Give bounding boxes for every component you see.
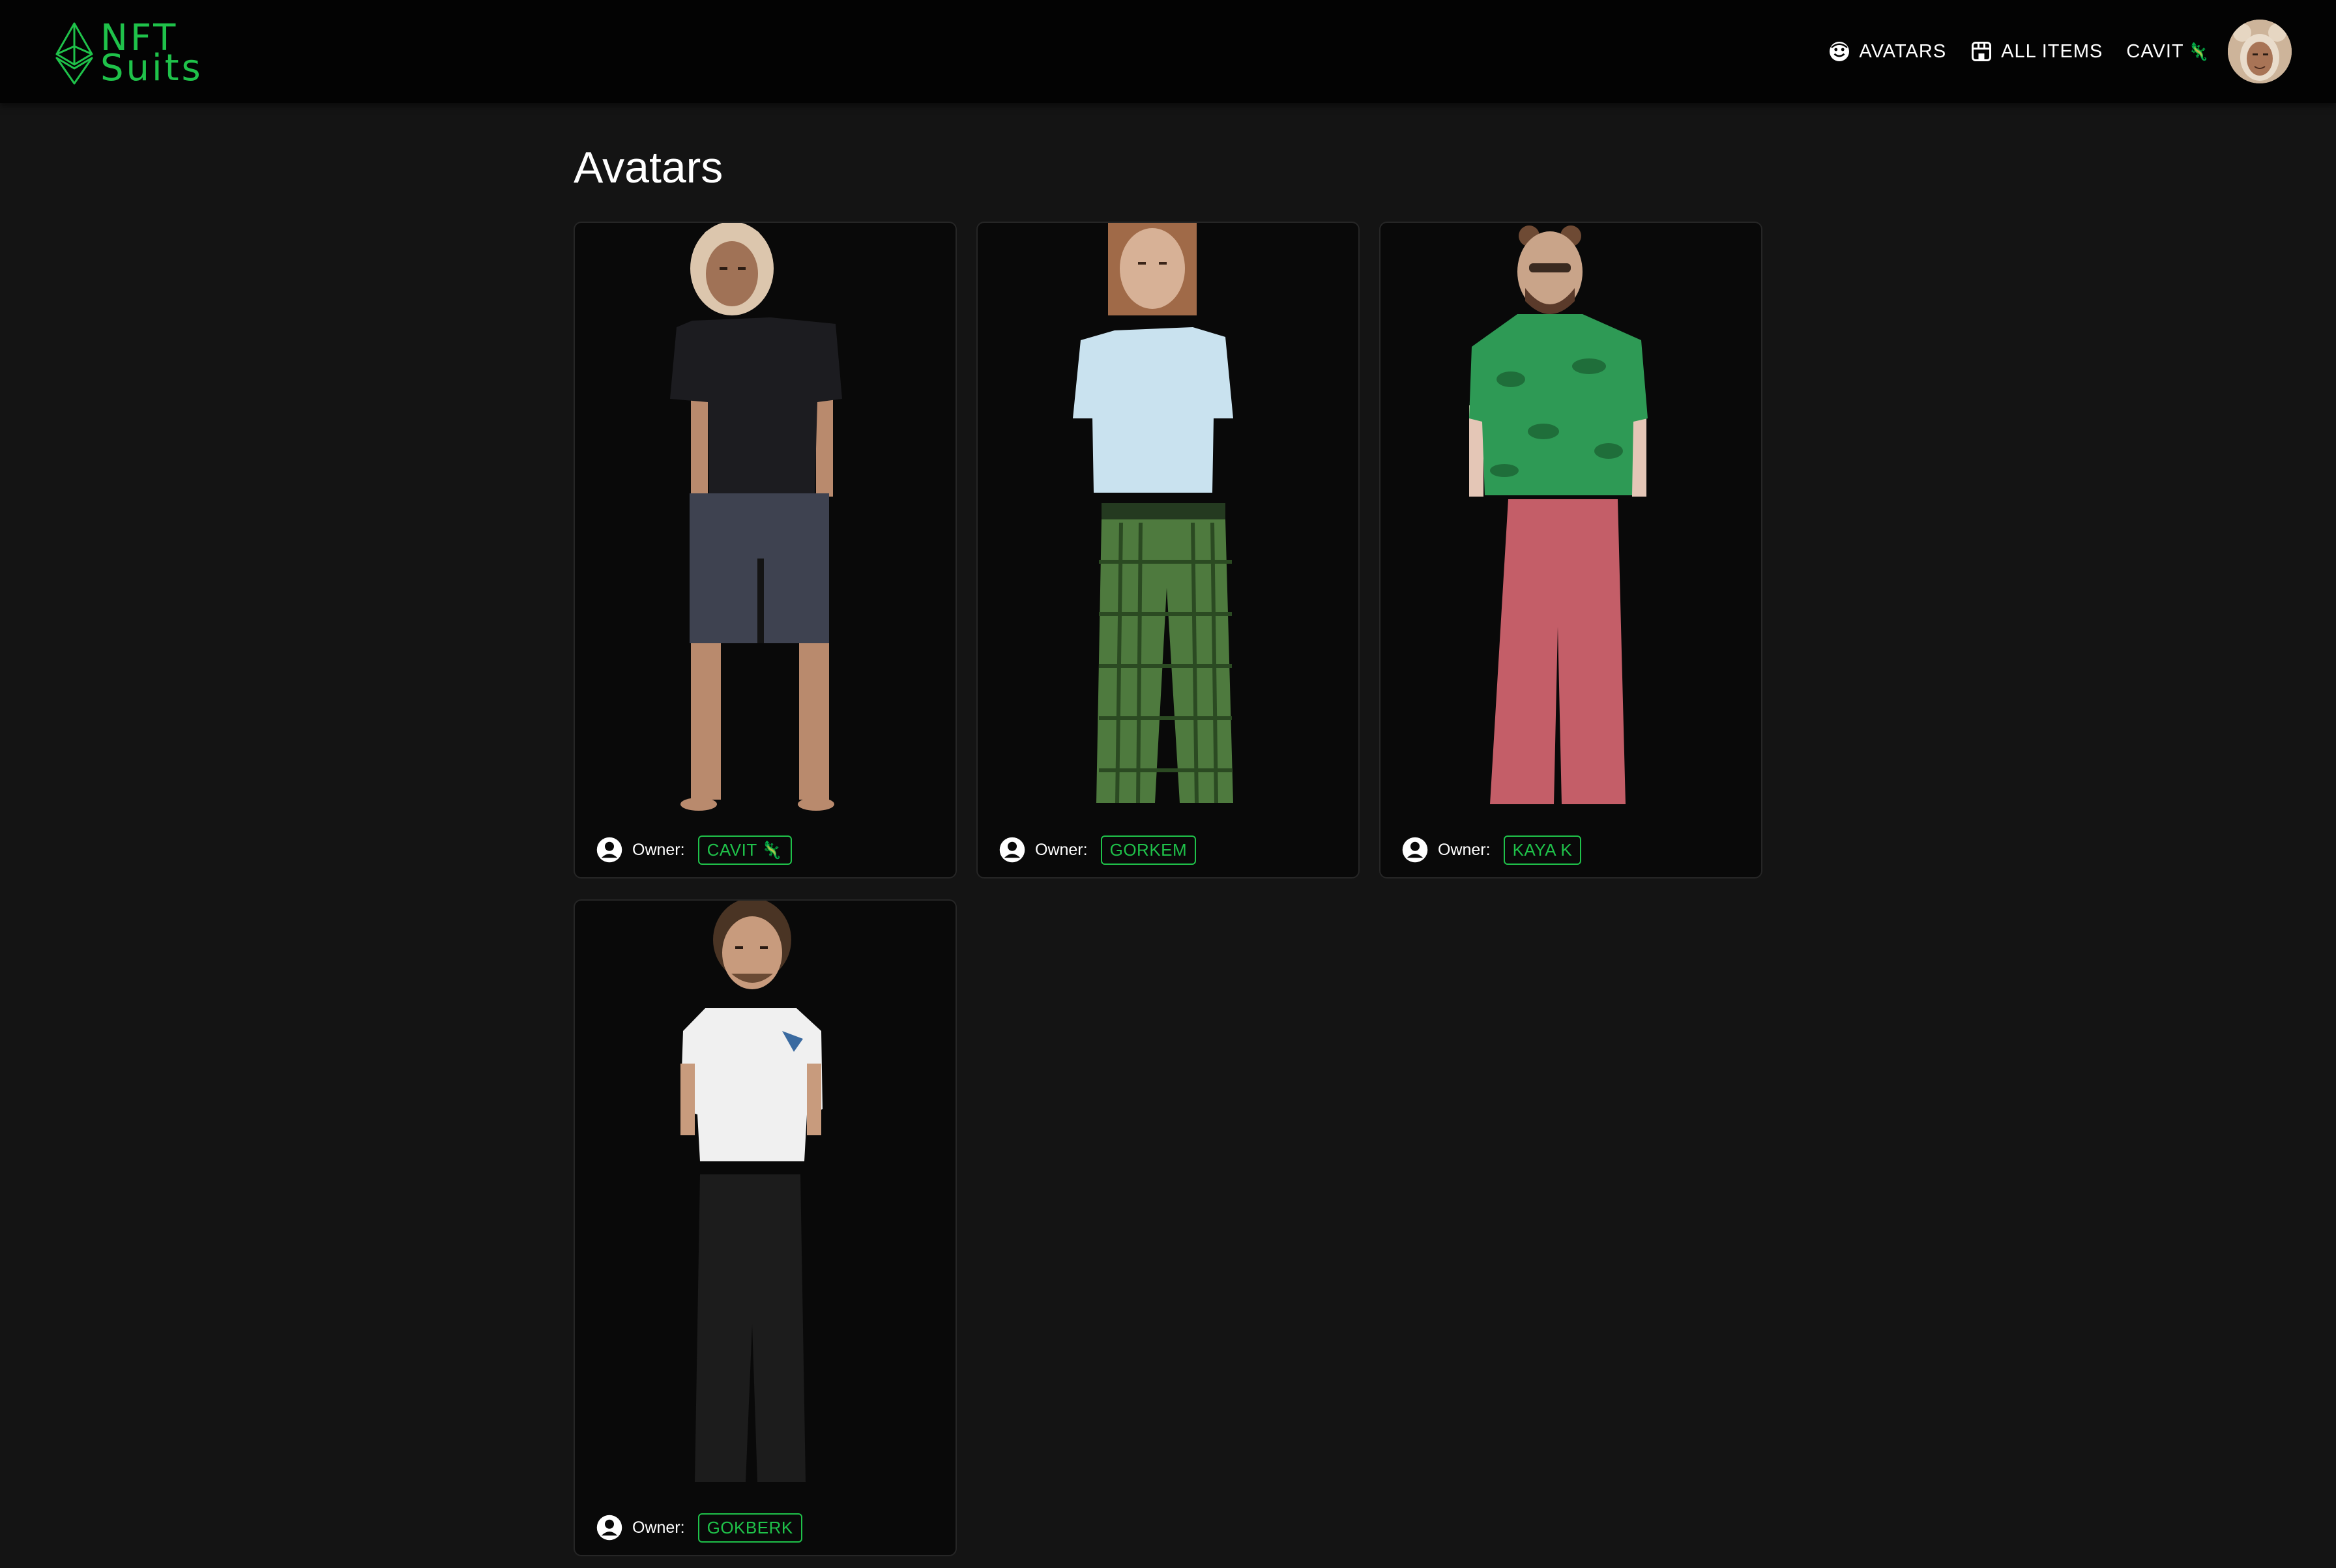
ethereum-diamond-icon xyxy=(55,22,93,85)
owner-chip[interactable]: GOKBERK xyxy=(697,1513,802,1543)
page-title: Avatars xyxy=(574,143,723,192)
user-avatar[interactable] xyxy=(2228,20,2292,83)
avatar-card[interactable]: Owner: CAVIT 🦎 xyxy=(574,222,957,878)
nav-user-label: CAVIT xyxy=(2126,40,2184,62)
owner-label: Owner: xyxy=(1438,840,1491,859)
user-circle-icon xyxy=(596,837,622,863)
user-circle-icon xyxy=(596,1515,622,1541)
avatar-figure-image xyxy=(680,901,823,1482)
nav-all-items[interactable]: ALL ITEMS xyxy=(1970,40,2103,63)
brand-logo[interactable]: NFT Suits xyxy=(55,20,203,89)
owner-chip[interactable]: KAYA K xyxy=(1503,835,1582,865)
nav-all-items-label: ALL ITEMS xyxy=(2001,40,2103,62)
owner-label: Owner: xyxy=(1035,840,1088,859)
owner-label: Owner: xyxy=(632,1518,685,1537)
owner-name: GOKBERK xyxy=(707,1517,793,1537)
lizard-emoji-icon: 🦎 xyxy=(2187,41,2210,61)
user-circle-icon xyxy=(999,837,1025,863)
nav-user-name[interactable]: CAVIT 🦎 xyxy=(2126,41,2210,63)
avatar-card[interactable]: Owner: GORKEM xyxy=(976,222,1360,878)
nav-avatars-label: AVATARS xyxy=(1859,40,1947,62)
owner-label: Owner: xyxy=(632,840,685,859)
user-circle-icon xyxy=(1402,837,1428,863)
nav-avatars[interactable]: AVATARS xyxy=(1828,40,1946,63)
owner-name: GORKEM xyxy=(1109,839,1188,860)
owner-row: Owner: GOKBERK xyxy=(596,1511,802,1545)
owner-row: Owner: CAVIT 🦎 xyxy=(596,833,792,867)
top-nav-bar: NFT Suits AVATARS ALL ITEMS CAVIT 🦎 xyxy=(0,0,2336,103)
brand-wordmark: NFT Suits xyxy=(100,20,203,89)
brand-line-2: Suits xyxy=(100,47,203,89)
user-avatar-photo xyxy=(2228,20,2292,83)
lizard-emoji-icon: 🦎 xyxy=(761,839,783,860)
avatar-figure-image xyxy=(1073,223,1233,804)
owner-row: Owner: GORKEM xyxy=(999,833,1197,867)
avatar-figure-image xyxy=(1469,225,1648,804)
owner-row: Owner: KAYA K xyxy=(1401,833,1582,867)
avatar-card[interactable]: Owner: KAYA K xyxy=(1379,222,1762,878)
nav-menu: AVATARS ALL ITEMS CAVIT 🦎 xyxy=(1804,20,2292,83)
face-icon xyxy=(1830,42,1850,61)
owner-name: KAYA K xyxy=(1512,839,1573,860)
avatar-figure-image xyxy=(670,223,842,811)
store-icon xyxy=(1972,42,1992,61)
avatar-card[interactable]: Owner: GOKBERK xyxy=(574,899,957,1556)
owner-chip[interactable]: GORKEM xyxy=(1100,835,1197,865)
owner-name: CAVIT xyxy=(707,839,757,860)
owner-chip[interactable]: CAVIT 🦎 xyxy=(697,835,792,865)
